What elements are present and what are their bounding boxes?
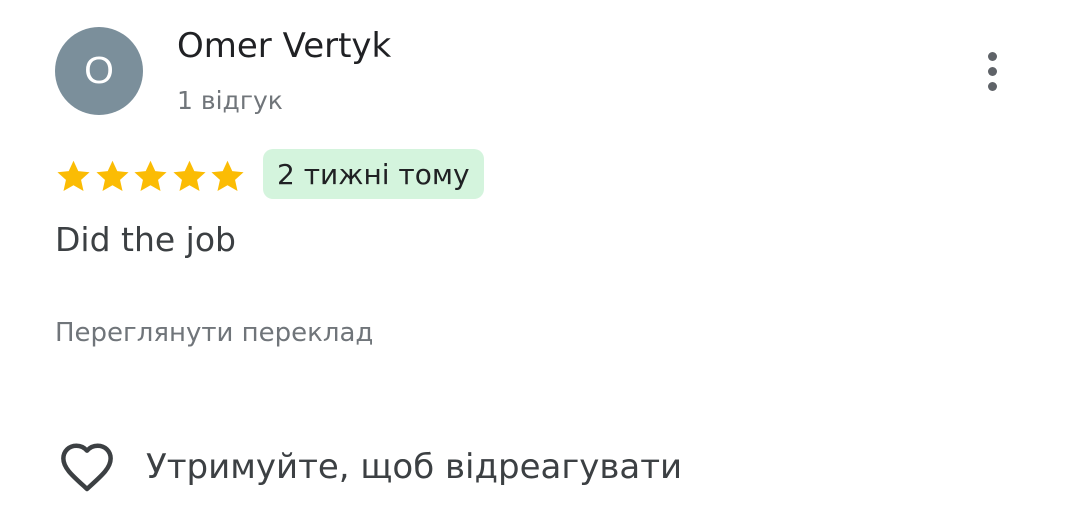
more-vertical-icon [987,51,997,61]
avatar-initial: O [84,49,114,92]
star-icon [211,160,244,191]
more-options-button[interactable] [972,46,1012,96]
react-label: Утримуйте, щоб відреагувати [146,447,683,487]
avatar[interactable]: O [55,27,143,115]
react-button[interactable]: Утримуйте, щоб відреагувати [58,440,682,494]
more-vertical-icon-dot [987,66,997,76]
review-text: Did the job [55,220,236,259]
more-vertical-icon-dot [987,81,997,91]
heart-outline-icon [61,443,113,492]
time-ago-badge: 2 тижні тому [263,149,484,199]
star-icon [95,160,129,191]
review-card: O Omer Vertyk 1 відгук 2 тижні тому Did … [0,0,1080,517]
review-count: 1 відгук [177,86,283,115]
star-icon [134,160,167,191]
star-icon [57,160,90,191]
rating-stars [55,157,248,195]
reviewer-name[interactable]: Omer Vertyk [177,26,391,66]
star-icon [172,160,206,191]
see-translation-link[interactable]: Переглянути переклад [55,318,373,348]
